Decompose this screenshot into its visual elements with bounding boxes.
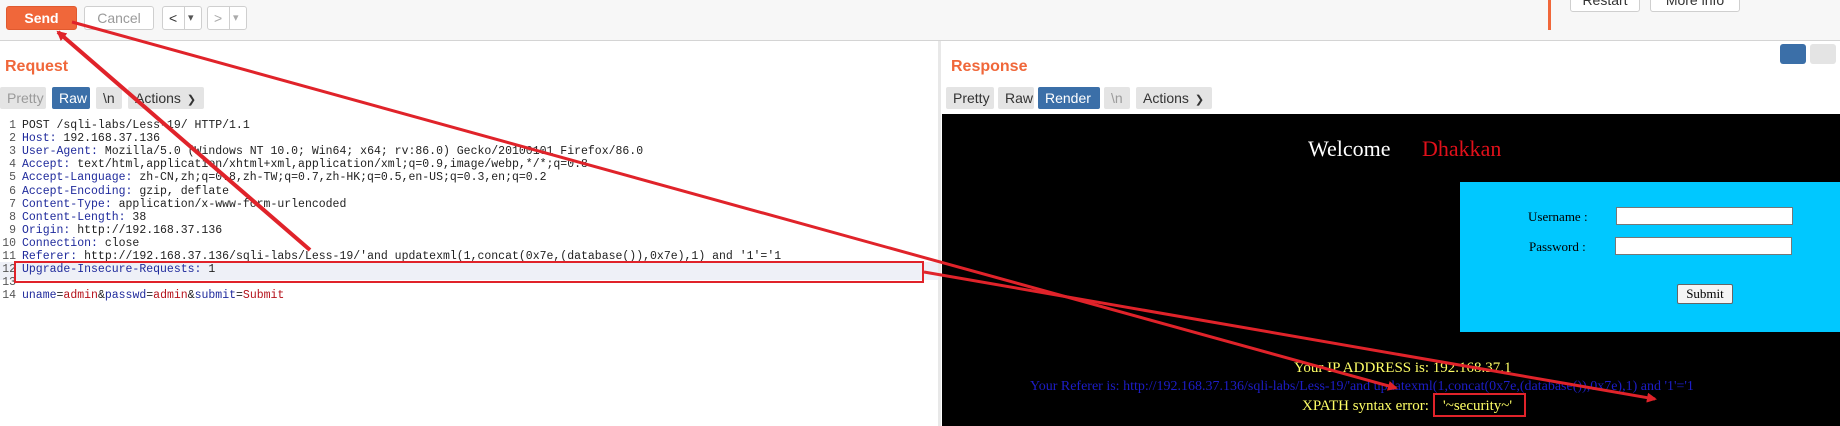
tab-newline[interactable]: \n [1104, 87, 1130, 109]
chevron-down-icon: ❯ [1194, 94, 1205, 106]
request-title: Request [5, 58, 69, 75]
welcome-text: Welcome [1308, 136, 1391, 161]
stacked-view-icon[interactable] [1810, 44, 1836, 64]
separator [229, 7, 230, 29]
username-label: Username : [1528, 209, 1588, 224]
line-number: 14 [2, 289, 16, 303]
tab-newline[interactable]: \n [96, 87, 122, 109]
xpath-annotation-box [1433, 393, 1526, 417]
restart-button[interactable]: Restart [1570, 0, 1640, 12]
chevron-right-icon[interactable]: > [214, 7, 222, 29]
history-forward-group: > ▾ [207, 6, 247, 30]
split-view-icon[interactable] [1780, 44, 1806, 64]
username-input[interactable] [1616, 207, 1793, 225]
accent-separator [1548, 0, 1551, 30]
welcome-name: Dhakkan [1422, 136, 1502, 161]
tab-render[interactable]: Render [1038, 87, 1100, 109]
chevron-down-icon: ❯ [186, 94, 197, 106]
toolbar: Send Cancel < ▾ > ▾ Restart More info [0, 0, 1840, 41]
caret-down-icon[interactable]: ▾ [188, 7, 194, 29]
submit-button[interactable]: Submit [1677, 284, 1733, 304]
actions-label: Actions [135, 90, 181, 106]
ip-address-text: Your IP ADDRESS is: 192.168.37.1 [1294, 360, 1512, 376]
login-form [1460, 182, 1840, 332]
password-label: Password : [1529, 239, 1586, 254]
history-back-group: < ▾ [162, 6, 202, 30]
more-info-button[interactable]: More info [1650, 0, 1740, 12]
referer-text: Your Referer is: http://192.168.37.136/s… [1030, 379, 1694, 394]
tab-raw[interactable]: Raw [52, 87, 90, 109]
caret-down-icon[interactable]: ▾ [233, 7, 239, 29]
send-button[interactable]: Send [6, 6, 77, 30]
panel-divider[interactable] [938, 41, 941, 426]
tab-raw[interactable]: Raw [998, 87, 1034, 109]
cancel-button[interactable]: Cancel [84, 6, 154, 30]
tab-pretty[interactable]: Pretty [946, 87, 994, 109]
actions-label: Actions [1143, 90, 1189, 106]
referer-annotation-box [14, 261, 924, 283]
line-content: uname=admin&passwd=admin&submit=Submit [22, 289, 285, 303]
separator [184, 7, 185, 29]
xpath-error-label: XPATH syntax error: [1302, 398, 1429, 414]
chevron-left-icon[interactable]: < [169, 7, 177, 29]
response-title: Response [951, 58, 1028, 75]
actions-menu[interactable]: Actions ❯ [128, 87, 204, 109]
tab-pretty[interactable]: Pretty [0, 87, 46, 109]
actions-menu[interactable]: Actions ❯ [1136, 87, 1212, 109]
password-input[interactable] [1615, 237, 1792, 255]
